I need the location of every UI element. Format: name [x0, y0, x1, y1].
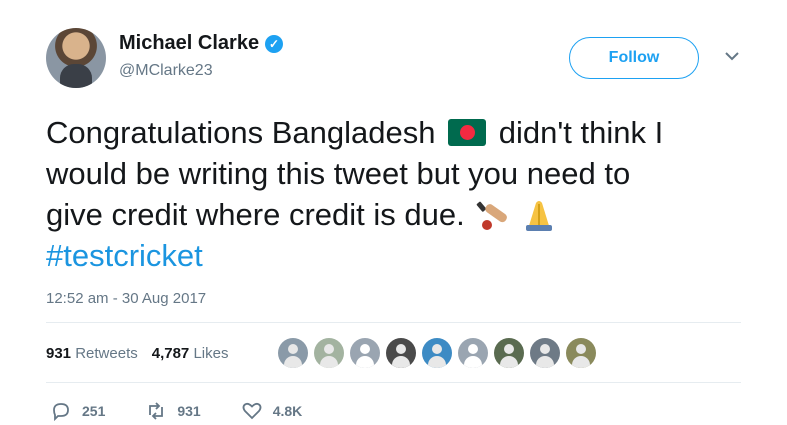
tweet-text: Congratulations Bangladesh didn't think … — [46, 112, 746, 276]
liker-avatar[interactable] — [458, 338, 488, 368]
reply-button[interactable]: 251 — [50, 400, 105, 422]
retweet-count: 931 — [177, 403, 201, 419]
tweet-text-part: Congratulations Bangladesh — [46, 115, 436, 150]
liker-avatar[interactable] — [350, 338, 380, 368]
author-handle[interactable]: @MClarke23 — [119, 62, 213, 80]
hashtag-link[interactable]: #testcricket — [46, 238, 203, 273]
liker-avatar[interactable] — [386, 338, 416, 368]
likes-count: 4,787 — [151, 345, 190, 362]
chevron-down-icon[interactable] — [723, 47, 741, 65]
liker-avatar[interactable] — [314, 338, 344, 368]
verified-badge-icon: ✓ — [265, 34, 284, 53]
author-row: Michael Clarke ✓ — [119, 32, 284, 55]
liker-avatars — [278, 338, 596, 368]
cricket-bat-emoji — [476, 201, 508, 230]
folded-hands-emoji — [525, 201, 552, 231]
likes-stat[interactable]: 4,787 Likes — [152, 345, 229, 362]
reply-count: 251 — [82, 403, 106, 419]
retweet-button[interactable]: 931 — [145, 400, 201, 422]
like-count: 4.8K — [272, 403, 303, 419]
reply-icon — [53, 403, 69, 422]
liker-avatar[interactable] — [494, 338, 524, 368]
tweet-actions: 251 931 4.8K — [50, 400, 342, 422]
tweet-text-part: would be writing this tweet but you need… — [46, 156, 631, 191]
liker-avatar[interactable] — [422, 338, 452, 368]
retweets-label: Retweets — [75, 345, 138, 362]
liker-avatar[interactable] — [566, 338, 596, 368]
follow-button[interactable]: Follow — [569, 37, 699, 79]
engagement-stats: 931 Retweets 4,787 Likes — [46, 345, 228, 362]
tweet-text-part: didn't think I — [498, 115, 664, 150]
retweet-icon — [149, 402, 164, 420]
divider — [46, 322, 741, 323]
tweet-text-part: give credit where credit is due. — [46, 197, 465, 232]
liker-avatar[interactable] — [530, 338, 560, 368]
liker-avatar[interactable] — [278, 338, 308, 368]
like-button[interactable]: 4.8K — [241, 400, 303, 422]
bangladesh-flag-emoji — [448, 119, 487, 146]
author-name[interactable]: Michael Clarke — [119, 32, 259, 55]
tweet-timestamp[interactable]: 12:52 am - 30 Aug 2017 — [46, 290, 206, 307]
heart-icon — [242, 402, 262, 420]
retweets-stat[interactable]: 931 Retweets — [46, 345, 138, 362]
divider — [46, 382, 741, 383]
likes-label: Likes — [193, 345, 229, 362]
retweets-count: 931 — [46, 345, 72, 362]
profile-avatar[interactable] — [46, 28, 106, 88]
